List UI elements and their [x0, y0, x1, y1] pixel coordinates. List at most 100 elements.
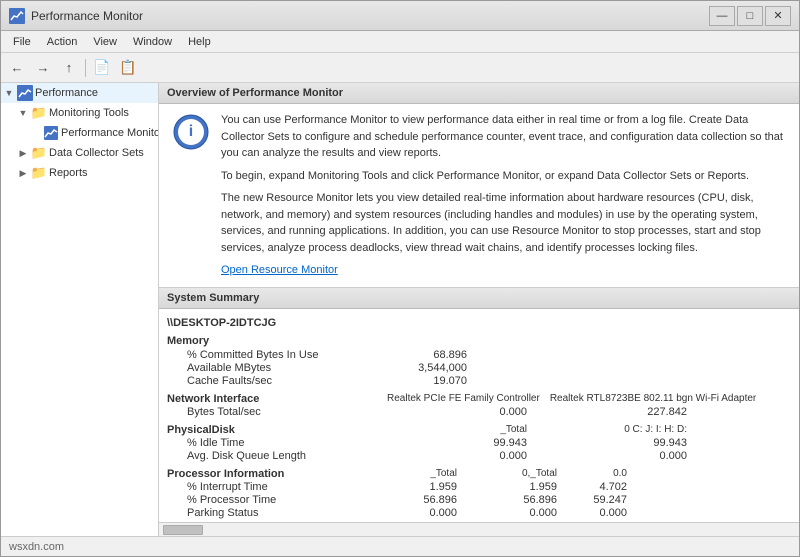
properties-button[interactable]: 📋 [116, 56, 140, 80]
tree-node-data-collector[interactable]: ▶ 📁 Data Collector Sets [1, 143, 158, 163]
overview-body: i You can use Performance Monitor to vie… [159, 104, 799, 287]
mem-val-2: 3,544,000 [387, 362, 487, 374]
menu-action[interactable]: Action [39, 32, 86, 52]
toolbar: ← → ↑ 📄 📋 [1, 53, 799, 83]
status-text: wsxdn.com [9, 541, 64, 553]
h-scrollbar[interactable] [159, 522, 799, 536]
proc-col1: _Total [387, 468, 467, 480]
minimize-button[interactable]: — [709, 6, 735, 26]
overview-text-area: You can use Performance Monitor to view … [221, 112, 787, 279]
physical-disk-category: PhysicalDisk [167, 424, 387, 436]
main-content: ▼ Performance ▼ 📁 Monitoring Tools ▶ [1, 83, 799, 536]
proc-val-1-1: 1.959 [387, 481, 467, 493]
expand-icon-data-collector: ▶ [17, 147, 29, 159]
back-button[interactable]: ← [5, 56, 29, 80]
menu-bar: File Action View Window Help [1, 31, 799, 53]
memory-category: Memory [167, 335, 791, 347]
expand-icon-monitoring: ▼ [17, 107, 29, 119]
proc-label-1: % Interrupt Time [167, 481, 387, 493]
memory-row-2: Available MBytes 3,544,000 [167, 362, 791, 374]
h-scroll-thumb[interactable] [163, 525, 203, 535]
overview-section: Overview of Performance Monitor i You ca… [159, 83, 799, 288]
right-content: Overview of Performance Monitor i You ca… [159, 83, 799, 536]
performance-icon [17, 85, 33, 101]
network-category: Network Interface [167, 393, 387, 405]
nic2-name: Realtek RTL8723BE 802.11 bgn Wi-Fi Adapt… [550, 393, 756, 405]
window-title: Performance Monitor [31, 9, 709, 23]
proc-val-2-2: 56.896 [467, 494, 567, 506]
forward-button[interactable]: → [31, 56, 55, 80]
title-bar: Performance Monitor — □ ✕ [1, 1, 799, 31]
memory-row-1: % Committed Bytes In Use 68.896 [167, 349, 791, 361]
new-button[interactable]: 📄 [90, 56, 114, 80]
overview-header: Overview of Performance Monitor [159, 83, 799, 104]
disk-col1: _Total [387, 424, 537, 436]
summary-content[interactable]: \\DESKTOP-2IDTCJG Memory % Committed Byt… [159, 309, 799, 523]
proc-val-2-1: 56.896 [387, 494, 467, 506]
menu-file[interactable]: File [5, 32, 39, 52]
close-button[interactable]: ✕ [765, 6, 791, 26]
mem-val-3: 19.070 [387, 375, 487, 387]
tree-label-data-collector: Data Collector Sets [49, 147, 144, 159]
tree-node-perf-monitor[interactable]: ▶ Performance Monitor [1, 123, 158, 143]
tree-label-performance: Performance [35, 87, 98, 99]
disk-row-2: Avg. Disk Queue Length 0.000 0.000 [167, 450, 791, 462]
mem-label-1: % Committed Bytes In Use [167, 349, 387, 361]
disk-val-2-2: 0.000 [537, 450, 687, 462]
disk-label-2: Avg. Disk Queue Length [167, 450, 387, 462]
expand-icon: ▼ [3, 87, 15, 99]
proc-val-3-1: 0.000 [387, 507, 467, 519]
proc-val-1-3: 4.702 [567, 481, 627, 493]
main-window: Performance Monitor — □ ✕ File Action Vi… [0, 0, 800, 557]
up-button[interactable]: ↑ [57, 56, 81, 80]
window-controls: — □ ✕ [709, 6, 791, 26]
proc-val-3-2: 0.000 [467, 507, 567, 519]
app-icon [9, 8, 25, 24]
open-resource-monitor-link[interactable]: Open Resource Monitor [221, 264, 338, 276]
tree-label-monitoring-tools: Monitoring Tools [49, 107, 129, 119]
expand-icon-reports: ▶ [17, 167, 29, 179]
system-summary-header: System Summary [159, 288, 799, 309]
folder-icon-monitoring: 📁 [31, 105, 47, 121]
disk-val-1-1: 99.943 [387, 437, 537, 449]
net-val-1: 0.000 [387, 406, 537, 418]
tree-node-performance[interactable]: ▼ Performance [1, 83, 158, 103]
tree-panel: ▼ Performance ▼ 📁 Monitoring Tools ▶ [1, 83, 159, 536]
overview-paragraph2: To begin, expand Monitoring Tools and cl… [221, 168, 787, 185]
overview-paragraph1: You can use Performance Monitor to view … [221, 112, 787, 162]
net-val-2: 227.842 [537, 406, 687, 418]
network-header-row: Network Interface Realtek PCIe FE Family… [167, 393, 791, 405]
chart-icon-perf-monitor [43, 125, 59, 141]
disk-col2: 0 C: J: I: H: D: [537, 424, 687, 436]
overview-icon: i [171, 112, 211, 152]
folder-icon-data-collector: 📁 [31, 145, 47, 161]
toolbar-separator [85, 59, 86, 77]
net-label-1: Bytes Total/sec [167, 406, 387, 418]
proc-row-2: % Processor Time 56.896 56.896 59.247 [167, 494, 791, 506]
menu-window[interactable]: Window [125, 32, 180, 52]
proc-label-2: % Processor Time [167, 494, 387, 506]
menu-view[interactable]: View [85, 32, 125, 52]
maximize-button[interactable]: □ [737, 6, 763, 26]
proc-val-1-2: 1.959 [467, 481, 567, 493]
memory-row-3: Cache Faults/sec 19.070 [167, 375, 791, 387]
network-row-1: Bytes Total/sec 0.000 227.842 [167, 406, 791, 418]
tree-label-perf-monitor: Performance Monitor [61, 127, 159, 139]
proc-val-2-3: 59.247 [567, 494, 627, 506]
tree-label-reports: Reports [49, 167, 88, 179]
nic1-name: Realtek PCIe FE Family Controller [387, 393, 550, 405]
svg-text:i: i [189, 123, 193, 140]
disk-val-1-2: 99.943 [537, 437, 687, 449]
tree-node-reports[interactable]: ▶ 📁 Reports [1, 163, 158, 183]
proc-val-3-3: 0.000 [567, 507, 627, 519]
processor-header-row: Processor Information _Total 0,_Total 0.… [167, 468, 791, 480]
tree-node-monitoring-tools[interactable]: ▼ 📁 Monitoring Tools [1, 103, 158, 123]
menu-help[interactable]: Help [180, 32, 219, 52]
proc-row-1: % Interrupt Time 1.959 1.959 4.702 [167, 481, 791, 493]
disk-row-1: % Idle Time 99.943 99.943 [167, 437, 791, 449]
physical-disk-header-row: PhysicalDisk _Total 0 C: J: I: H: D: [167, 424, 791, 436]
processor-category: Processor Information [167, 468, 387, 480]
proc-col3: 0.0 [567, 468, 627, 480]
summary-table: \\DESKTOP-2IDTCJG Memory % Committed Byt… [167, 317, 791, 519]
proc-col2: 0,_Total [467, 468, 567, 480]
